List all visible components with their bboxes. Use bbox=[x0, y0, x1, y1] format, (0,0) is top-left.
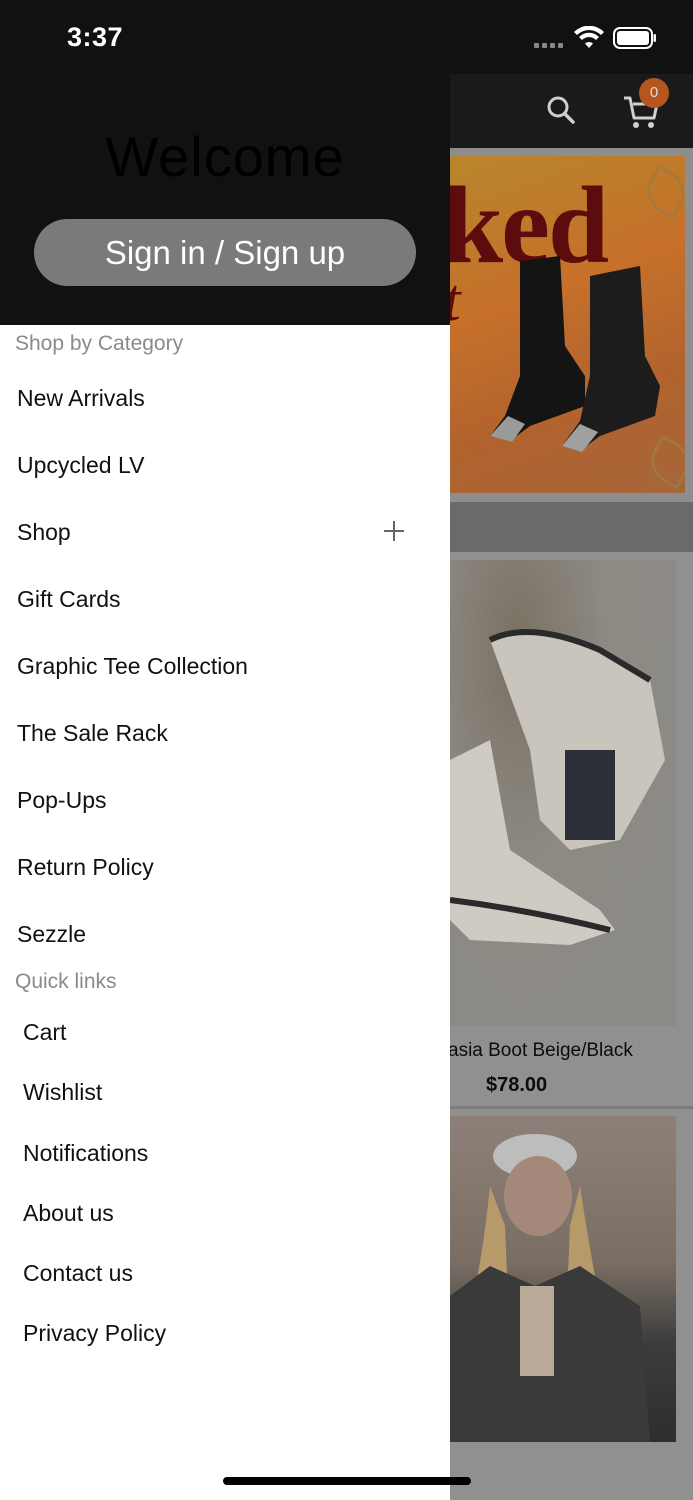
app-header: 0 bbox=[450, 74, 693, 148]
menu-item-upcycled-lv[interactable]: Upcycled LV bbox=[17, 443, 417, 487]
leaf-decoration bbox=[638, 164, 685, 220]
product-price: $78.00 bbox=[486, 1074, 548, 1096]
signal-icon bbox=[534, 40, 564, 48]
quick-link-privacy-policy[interactable]: Privacy Policy bbox=[23, 1311, 423, 1355]
divider bbox=[450, 1106, 693, 1109]
product-image[interactable] bbox=[450, 560, 676, 1026]
cart-count-badge: 0 bbox=[639, 78, 669, 108]
menu-item-sezzle[interactable]: Sezzle bbox=[17, 912, 417, 956]
wifi-icon bbox=[574, 26, 604, 48]
drawer-header: Welcome Sign in / Sign up bbox=[0, 74, 450, 325]
boots-image bbox=[490, 256, 660, 452]
quick-link-contact-us[interactable]: Contact us bbox=[23, 1251, 423, 1295]
menu-item-pop-ups[interactable]: Pop-Ups bbox=[17, 778, 417, 822]
banner-subtext: t bbox=[450, 266, 461, 335]
menu-item-shop[interactable]: Shop bbox=[17, 510, 417, 554]
menu-item-new-arrivals[interactable]: New Arrivals bbox=[17, 376, 417, 420]
sign-in-button[interactable]: Sign in / Sign up bbox=[34, 219, 416, 286]
quick-link-notifications[interactable]: Notifications bbox=[23, 1131, 423, 1175]
product-image[interactable] bbox=[450, 1116, 676, 1442]
menu-item-graphic-tee-collection[interactable]: Graphic Tee Collection bbox=[17, 644, 417, 688]
menu-item-sale-rack[interactable]: The Sale Rack bbox=[17, 711, 417, 755]
status-bar: 3:37 bbox=[0, 0, 693, 74]
expand-plus-icon[interactable] bbox=[384, 521, 404, 541]
quick-link-cart[interactable]: Cart bbox=[23, 1010, 423, 1054]
shop-by-category-label: Shop by Category bbox=[15, 332, 184, 355]
search-icon[interactable] bbox=[545, 94, 577, 126]
quick-links-label: Quick links bbox=[15, 970, 117, 993]
navigation-drawer: Welcome Sign in / Sign up Shop by Catego… bbox=[0, 74, 450, 1500]
quick-link-wishlist[interactable]: Wishlist bbox=[23, 1070, 423, 1114]
welcome-title: Welcome bbox=[105, 125, 345, 188]
background-app: 0 ked t asia Boot Beige/Black $78.00 bbox=[450, 74, 693, 1500]
section-strip bbox=[450, 502, 693, 552]
home-indicator[interactable] bbox=[223, 1477, 471, 1485]
product-grid: asia Boot Beige/Black $78.00 bbox=[450, 552, 693, 1500]
battery-icon bbox=[613, 27, 656, 49]
status-time: 3:37 bbox=[67, 22, 124, 52]
quick-link-about-us[interactable]: About us bbox=[23, 1191, 423, 1235]
product-name[interactable]: asia Boot Beige/Black bbox=[450, 1040, 693, 1062]
menu-item-gift-cards[interactable]: Gift Cards bbox=[17, 577, 417, 621]
promo-banner[interactable]: ked t bbox=[450, 156, 685, 493]
menu-item-return-policy[interactable]: Return Policy bbox=[17, 845, 417, 889]
